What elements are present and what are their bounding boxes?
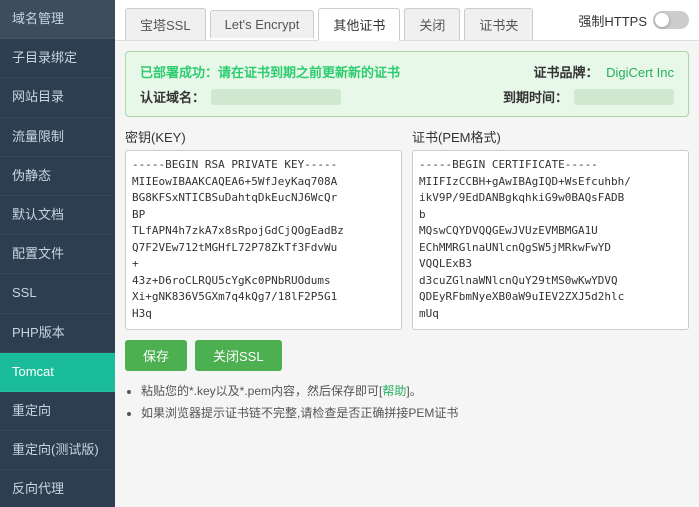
sidebar-item-redirect-beta[interactable]: 重定向(测试版)	[0, 431, 115, 470]
tab-lets-encrypt[interactable]: Let's Encrypt	[210, 10, 315, 38]
success-title: 已部署成功：请在证书到期之前更新新的证书	[140, 62, 400, 81]
success-banner: 已部署成功：请在证书到期之前更新新的证书 认证域名： 证书品牌： DigiCer…	[125, 51, 689, 117]
tab-cert-folder[interactable]: 证书夹	[464, 8, 533, 40]
toggle-knob	[655, 13, 669, 27]
tip-1: 粘贴您的*.key以及*.pem内容，然后保存即可[帮助]。	[141, 381, 689, 403]
key-section: 密钥(KEY)	[125, 127, 402, 330]
expiry-row: 到期时间：	[503, 87, 674, 106]
sidebar-item-redirect[interactable]: 重定向	[0, 392, 115, 431]
domain-row: 认证域名：	[140, 87, 400, 106]
cert-textarea[interactable]	[412, 150, 689, 330]
content-area: 已部署成功：请在证书到期之前更新新的证书 认证域名： 证书品牌： DigiCer…	[115, 41, 699, 507]
expiry-label: 到期时间：	[503, 87, 568, 106]
brand-label: 证书品牌：	[533, 65, 598, 80]
expiry-value	[574, 89, 674, 105]
sidebar-item-reverse-proxy[interactable]: 反向代理	[0, 470, 115, 507]
force-https-container: 强制HTTPS	[578, 11, 689, 38]
sidebar-item-domain-manage[interactable]: 域名管理	[0, 0, 115, 39]
sidebar-item-subdir-bind[interactable]: 子目录绑定	[0, 39, 115, 78]
success-left: 已部署成功：请在证书到期之前更新新的证书 认证域名：	[140, 62, 400, 106]
key-cert-row: 密钥(KEY) 证书(PEM格式)	[125, 127, 689, 330]
main-panel: 宝塔SSL Let's Encrypt 其他证书 关闭 证书夹 强制HTTPS …	[115, 0, 699, 507]
domain-value	[211, 89, 341, 105]
sidebar-item-tomcat[interactable]: Tomcat	[0, 353, 115, 392]
brand-row: 证书品牌： DigiCert Inc	[503, 62, 674, 81]
btn-row: 保存 关闭SSL	[125, 340, 689, 371]
key-section-label: 密钥(KEY)	[125, 127, 402, 146]
sidebar: 域名管理 子目录绑定 网站目录 流量限制 伪静态 默认文档 配置文件 SSL P…	[0, 0, 115, 507]
brand-value: DigiCert Inc	[606, 65, 674, 80]
cert-section: 证书(PEM格式)	[412, 127, 689, 330]
force-https-label: 强制HTTPS	[578, 11, 647, 30]
sidebar-item-config-file[interactable]: 配置文件	[0, 235, 115, 274]
close-ssl-button[interactable]: 关闭SSL	[195, 340, 282, 371]
sidebar-item-ssl[interactable]: SSL	[0, 274, 115, 313]
success-right: 证书品牌： DigiCert Inc 到期时间：	[503, 62, 674, 106]
sidebar-item-default-doc[interactable]: 默认文档	[0, 196, 115, 235]
tab-close-ssl[interactable]: 关闭	[404, 8, 460, 40]
sidebar-item-traffic-limit[interactable]: 流量限制	[0, 118, 115, 157]
tips-list: 粘贴您的*.key以及*.pem内容，然后保存即可[帮助]。 如果浏览器提示证书…	[125, 381, 689, 424]
sidebar-item-pseudo-static[interactable]: 伪静态	[0, 157, 115, 196]
cert-section-label: 证书(PEM格式)	[412, 127, 689, 146]
help-link[interactable]: 帮助	[382, 384, 406, 398]
tabs-bar: 宝塔SSL Let's Encrypt 其他证书 关闭 证书夹 强制HTTPS	[115, 0, 699, 41]
key-textarea[interactable]	[125, 150, 402, 330]
sidebar-item-website-dir[interactable]: 网站目录	[0, 78, 115, 117]
domain-label: 认证域名：	[140, 87, 205, 106]
save-button[interactable]: 保存	[125, 340, 187, 371]
tab-other-cert[interactable]: 其他证书	[318, 8, 400, 41]
tab-baota-ssl[interactable]: 宝塔SSL	[125, 8, 206, 40]
force-https-toggle[interactable]	[653, 11, 689, 29]
sidebar-item-php-version[interactable]: PHP版本	[0, 314, 115, 353]
tip-2: 如果浏览器提示证书链不完整,请检查是否正确拼接PEM证书	[141, 403, 689, 425]
